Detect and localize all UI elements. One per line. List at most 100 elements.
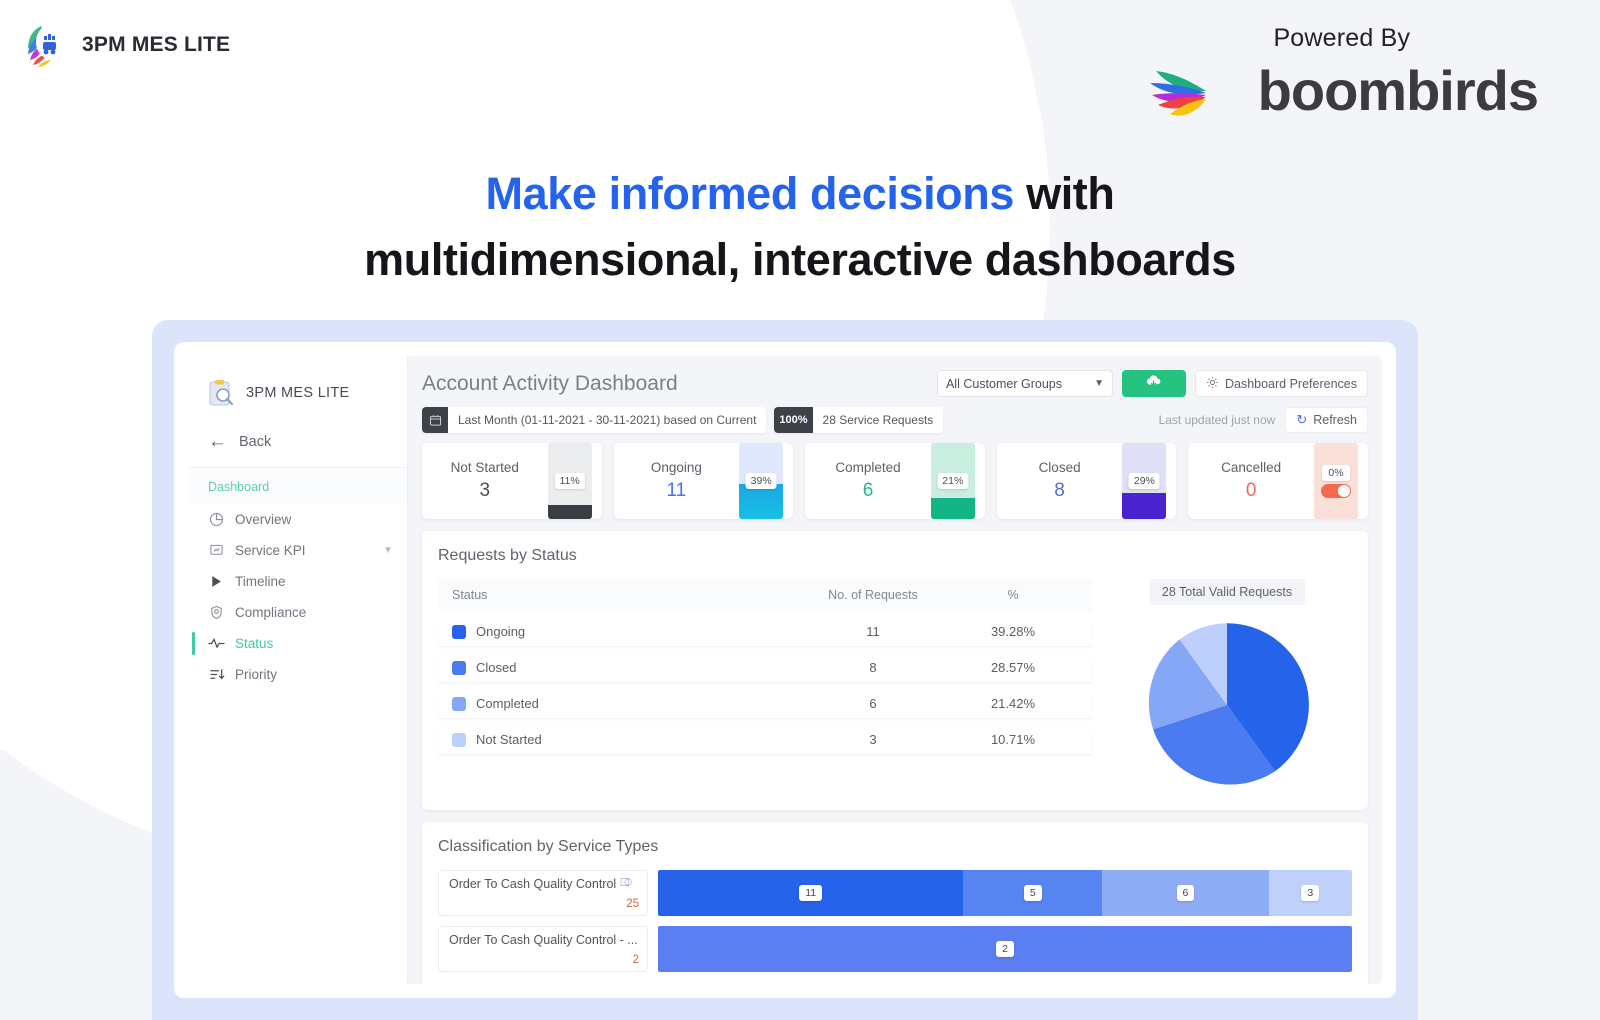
classification-by-service-types-panel: Classification by Service Types Order To… [422, 822, 1368, 984]
kpi-toggle[interactable] [1320, 483, 1351, 498]
refresh-icon: ↻ [1296, 412, 1308, 427]
status-color-swatch [452, 732, 466, 747]
kpi-card-not-started[interactable]: Not Started 3 11% [422, 443, 602, 519]
status-pie-chart[interactable] [1141, 619, 1313, 796]
status-name: Closed [476, 660, 517, 675]
kpi-gauge: 11% [547, 443, 592, 519]
kpi-gauge: 29% [1122, 443, 1167, 519]
shield-icon [208, 604, 225, 621]
kpi-gauge: 0% [1313, 443, 1358, 519]
service-requests-chip[interactable]: 100% 28 Service Requests [774, 407, 944, 433]
kpi-card-completed[interactable]: Completed 6 21% [805, 443, 985, 519]
boombirds-logo-icon [1146, 57, 1246, 124]
calendar-icon [422, 407, 448, 433]
sidebar-item-status[interactable]: Status [188, 628, 407, 659]
page-title: Account Activity Dashboard [422, 371, 678, 395]
bar-segment[interactable]: 2 [658, 926, 1352, 972]
status-color-swatch [452, 660, 466, 675]
sidebar-item-service-kpi[interactable]: Service KPI ▼ [188, 535, 407, 566]
status-percent: 10.71% [990, 732, 1036, 747]
service-type-count: 2 [632, 954, 639, 966]
kpi-gauge: 21% [930, 443, 975, 519]
refresh-label: Refresh [1313, 413, 1357, 427]
sidebar-item-priority[interactable]: Priority [188, 659, 407, 690]
service-type-label[interactable]: Order To Cash Quality Control ⎄ 25 [438, 870, 648, 916]
kpi-card-cancelled[interactable]: Cancelled 0 0% [1188, 443, 1368, 519]
bar-segment-value: 2 [996, 941, 1014, 957]
hero-line-1: Make informed decisions with [0, 168, 1600, 220]
bar-segment-value: 5 [1023, 885, 1042, 901]
kpi-value: 3 [479, 480, 491, 501]
product-name: 3PM MES LITE [82, 33, 231, 56]
bar-segment-value: 3 [1301, 885, 1320, 901]
kpi-label: Closed [1038, 460, 1081, 475]
status-color-swatch [452, 696, 466, 711]
kpi-value: 6 [862, 480, 874, 501]
panel-title: Requests by Status [438, 547, 577, 564]
total-valid-requests-badge: 28 Total Valid Requests [1148, 579, 1306, 605]
service-type-row[interactable]: Order To Cash Quality Control - ... 2 2 [438, 926, 1352, 972]
kpi-percent-badge: 0% [1322, 464, 1350, 481]
kpi-value: 0 [1245, 480, 1257, 501]
refresh-button[interactable]: ↻ Refresh [1285, 407, 1368, 433]
dashboard-preferences-button[interactable]: Dashboard Preferences [1194, 370, 1368, 397]
status-pie-area: 28 Total Valid Requests [1102, 579, 1352, 796]
kpi-value: 11 [666, 480, 687, 501]
sidebar-app-name: 3PM MES LITE [246, 385, 350, 401]
kpi-percent-badge: 29% [1128, 473, 1160, 489]
dashboard-subheader: Last Month (01-11-2021 - 30-11-2021) bas… [420, 407, 1370, 443]
service-type-stacked-bar: 2 [658, 926, 1352, 972]
sidebar-item-compliance[interactable]: Compliance [188, 597, 407, 628]
sidebar-back-button[interactable]: ← Back [188, 422, 407, 468]
status-percent: 28.57% [990, 660, 1036, 675]
date-range-chip[interactable]: Last Month (01-11-2021 - 30-11-2021) bas… [422, 407, 767, 433]
bar-segment[interactable]: 11 [658, 870, 964, 916]
header-actions: All Customer Groups ▼ Dashboard Preferen… [936, 370, 1368, 397]
sidebar-back-label: Back [239, 433, 272, 450]
mes-lite-logo-icon [24, 22, 68, 68]
sidebar-logo: 3PM MES LITE [188, 370, 407, 422]
sidebar-section-dashboard: Dashboard [188, 468, 407, 504]
table-row[interactable]: Closed 8 28.57% [438, 653, 1092, 683]
page-root: 3PM MES LITE Powered By boombirds Make i… [0, 0, 1600, 1020]
arrow-left-icon: ← [208, 431, 227, 452]
column-header-requests: No. of Requests [828, 588, 918, 602]
download-button[interactable] [1121, 370, 1186, 397]
sidebar-item-overview[interactable]: Overview [188, 504, 407, 535]
requests-percent-badge: 100% [774, 407, 813, 433]
service-type-count: 25 [626, 898, 639, 910]
kpi-card-closed[interactable]: Closed 8 29% [996, 443, 1177, 519]
sort-icon [208, 666, 225, 683]
requests-by-status-panel: Requests by Status Status No. of Request… [422, 531, 1368, 810]
status-percent: 21.42% [990, 696, 1036, 711]
status-request-count: 6 [869, 696, 877, 711]
kpi-percent-badge: 11% [554, 473, 585, 489]
table-row[interactable]: Completed 6 21.42% [438, 689, 1092, 719]
vendor-name: boombirds [1257, 58, 1539, 122]
customer-group-select[interactable]: All Customer Groups ▼ [936, 370, 1113, 397]
service-type-label[interactable]: Order To Cash Quality Control - ... 2 [438, 926, 648, 972]
cloud-download-icon [1145, 374, 1162, 394]
last-updated-label: Last updated just now [1158, 413, 1276, 427]
product-brand: 3PM MES LITE [24, 22, 230, 68]
bar-segment[interactable]: 3 [1268, 870, 1352, 916]
table-row[interactable]: Not Started 3 10.71% [438, 725, 1092, 755]
status-name: Not Started [476, 732, 542, 747]
kpi-label: Ongoing [650, 460, 702, 475]
copy-icon[interactable]: ⎄ [620, 877, 632, 890]
chevron-down-icon[interactable]: ▼ [383, 545, 393, 556]
column-header-percent: % [1007, 588, 1019, 602]
status-name: Completed [476, 696, 539, 711]
sidebar-item-timeline[interactable]: Timeline [188, 566, 407, 597]
service-type-row[interactable]: Order To Cash Quality Control ⎄ 25 11 5 … [438, 870, 1352, 916]
bar-segment[interactable]: 6 [1102, 870, 1269, 916]
service-requests-label: 28 Service Requests [822, 413, 934, 427]
status-request-count: 8 [869, 660, 877, 675]
bar-segment-value: 11 [799, 885, 823, 901]
sidebar: 3PM MES LITE ← Back Dashboard Overview S… [188, 356, 408, 984]
kpi-card-ongoing[interactable]: Ongoing 11 39% [613, 443, 794, 519]
table-row[interactable]: Ongoing 11 39.28% [438, 617, 1092, 647]
sidebar-item-label: Overview [235, 512, 292, 527]
bar-segment[interactable]: 5 [963, 870, 1103, 916]
kpi-label: Cancelled [1221, 460, 1282, 475]
